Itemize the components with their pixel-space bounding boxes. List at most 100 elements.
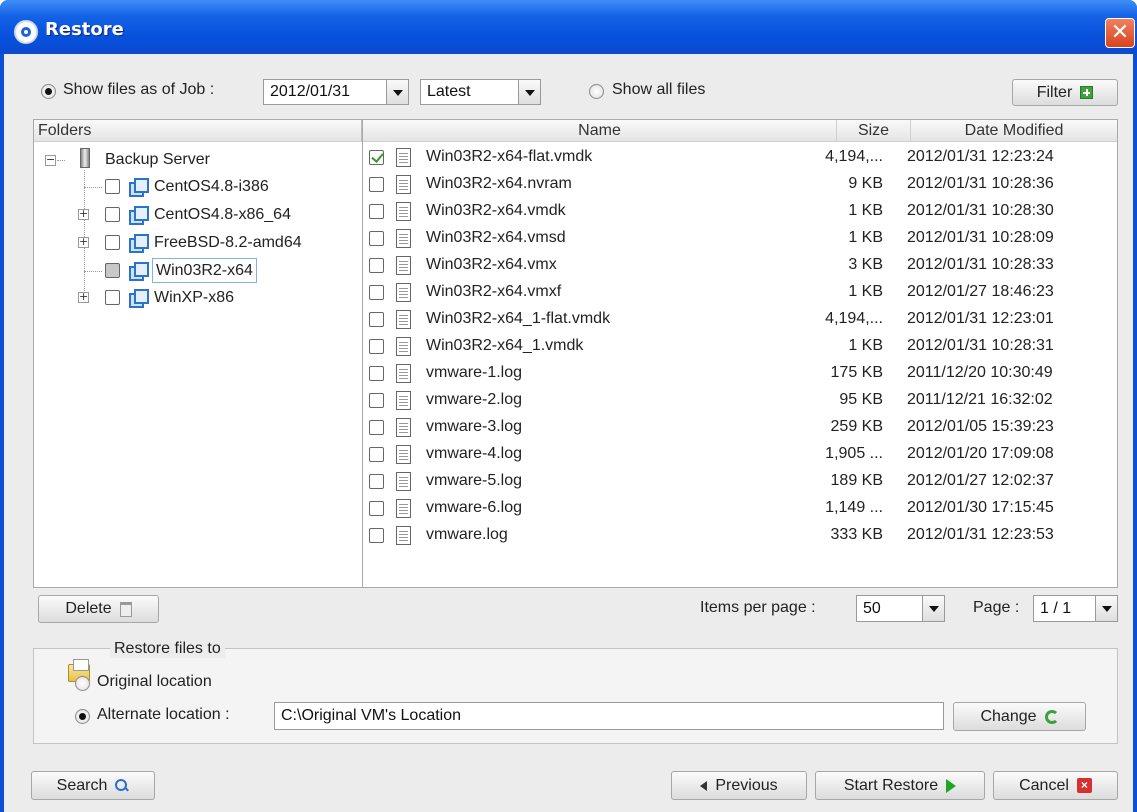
alternate-location-radio[interactable] (75, 709, 90, 724)
file-name: Win03R2-x64.vmxf (426, 283, 562, 300)
delete-button[interactable]: Delete (38, 595, 159, 623)
file-row[interactable]: Win03R2-x64.vmsd 1 KB 2012/01/31 10:28:0… (363, 225, 1117, 252)
show-all-files-radio[interactable] (589, 84, 604, 99)
file-size: 1,905 ... (825, 445, 883, 462)
file-checkbox[interactable] (369, 339, 384, 354)
file-row[interactable]: vmware-4.log 1,905 ... 2012/01/20 17:09:… (363, 441, 1117, 468)
file-date: 2011/12/20 10:30:49 (907, 364, 1053, 381)
original-location-radio[interactable] (75, 676, 90, 691)
alternate-location-input[interactable]: C:\Original VM's Location (274, 702, 944, 730)
file-name: Win03R2-x64.vmdk (426, 202, 566, 219)
cancel-button[interactable]: Cancel × (993, 771, 1118, 800)
vm-icon (129, 234, 149, 253)
folders-header: Folders (34, 120, 362, 142)
file-icon (396, 391, 411, 410)
file-row[interactable]: vmware-3.log 259 KB 2012/01/05 15:39:23 (363, 414, 1117, 441)
file-date: 2012/01/05 15:39:23 (907, 418, 1054, 435)
file-size: 4,194,... (825, 148, 883, 165)
file-row[interactable]: Win03R2-x64.vmx 3 KB 2012/01/31 10:28:33 (363, 252, 1117, 279)
tree-item-centos-x86-64[interactable]: CentOS4.8-x86_64 (154, 203, 291, 227)
file-checkbox[interactable] (369, 528, 384, 543)
vm-icon (129, 178, 149, 197)
file-size: 259 KB (830, 418, 883, 435)
change-location-button[interactable]: Change (953, 702, 1086, 731)
page-label: Page : (973, 599, 1020, 616)
filter-button[interactable]: Filter (1012, 79, 1118, 106)
folder-checkbox-freebsd[interactable] (105, 235, 120, 250)
page-value: 1 / 1 (1040, 599, 1072, 617)
file-size: 1 KB (848, 337, 883, 354)
tree-item-win03r2-x64[interactable]: Win03R2-x64 (152, 258, 257, 283)
start-restore-button[interactable]: Start Restore (815, 771, 985, 800)
file-checkbox[interactable] (369, 474, 384, 489)
file-checkbox[interactable] (369, 420, 384, 435)
previous-button[interactable]: Previous (671, 771, 807, 800)
show-all-files-label: Show all files (612, 81, 706, 98)
file-row[interactable]: vmware-6.log 1,149 ... 2012/01/30 17:15:… (363, 495, 1117, 522)
file-checkbox[interactable] (369, 285, 384, 300)
file-row[interactable]: Win03R2-x64-flat.vmdk 4,194,... 2012/01/… (363, 144, 1117, 171)
folder-checkbox-winxp[interactable] (105, 290, 120, 305)
tree-connector (57, 160, 65, 161)
file-row[interactable]: Win03R2-x64_1-flat.vmdk 4,194,... 2012/0… (363, 306, 1117, 333)
close-button[interactable]: ✕ (1105, 18, 1135, 48)
file-checkbox[interactable] (369, 393, 384, 408)
search-button[interactable]: Search (31, 771, 155, 800)
expand-toggle-freebsd[interactable]: + (78, 236, 89, 248)
tree-connector (84, 271, 102, 272)
file-date: 2012/01/30 17:15:45 (907, 499, 1054, 516)
file-checkbox[interactable] (369, 204, 384, 219)
file-row[interactable]: Win03R2-x64.vmxf 1 KB 2012/01/27 18:46:2… (363, 279, 1117, 306)
previous-label: Previous (715, 776, 778, 794)
tree-item-backup-server[interactable]: Backup Server (105, 148, 210, 172)
version-select[interactable]: Latest (420, 79, 541, 105)
folder-checkbox-win03r2-x64[interactable] (105, 263, 120, 278)
file-row[interactable]: vmware-2.log 95 KB 2011/12/21 16:32:02 (363, 387, 1117, 414)
file-size: 1,149 ... (825, 499, 883, 516)
folder-checkbox-centos-x86-64[interactable] (105, 207, 120, 222)
file-row[interactable]: Win03R2-x64_1.vmdk 1 KB 2012/01/31 10:28… (363, 333, 1117, 360)
file-size: 333 KB (830, 526, 883, 543)
file-checkbox[interactable] (369, 447, 384, 462)
file-name: vmware-2.log (426, 391, 523, 408)
file-checkbox[interactable] (369, 258, 384, 273)
items-per-page-select[interactable]: 50 (856, 595, 945, 622)
collapse-toggle-backup-server[interactable]: − (45, 154, 56, 166)
file-name: Win03R2-x64.nvram (426, 175, 572, 192)
tree-item-freebsd[interactable]: FreeBSD-8.2-amd64 (154, 231, 302, 255)
expand-toggle-winxp[interactable]: + (78, 291, 89, 303)
page-select[interactable]: 1 / 1 (1033, 595, 1118, 622)
file-checkbox[interactable] (369, 177, 384, 192)
alternate-location-label: Alternate location : (97, 706, 230, 723)
show-files-as-of-job-radio[interactable] (41, 84, 56, 99)
file-name: Win03R2-x64.vmsd (426, 229, 566, 246)
column-size[interactable]: Size (837, 120, 911, 142)
job-date-value: 2012/01/31 (270, 83, 351, 100)
file-icon (396, 202, 411, 221)
file-date: 2011/12/21 16:32:02 (907, 391, 1053, 408)
job-date-select[interactable]: 2012/01/31 (263, 79, 409, 105)
file-date: 2012/01/27 18:46:23 (907, 283, 1054, 300)
file-row[interactable]: vmware.log 333 KB 2012/01/31 12:23:53 (363, 522, 1117, 549)
expand-toggle-centos-x86-64[interactable]: + (78, 208, 89, 220)
file-row[interactable]: vmware-1.log 175 KB 2011/12/20 10:30:49 (363, 360, 1117, 387)
file-checkbox[interactable] (369, 366, 384, 381)
window-title: Restore (45, 19, 124, 40)
trash-icon (119, 601, 132, 617)
file-checkbox[interactable] (369, 231, 384, 246)
file-checkbox[interactable] (369, 312, 384, 327)
column-name[interactable]: Name (363, 120, 837, 142)
file-icon (396, 418, 411, 437)
tree-item-centos-i386[interactable]: CentOS4.8-i386 (154, 175, 269, 199)
tree-item-winxp[interactable]: WinXP-x86 (154, 286, 234, 310)
chevron-down-icon (386, 80, 408, 104)
file-checkbox[interactable] (369, 150, 384, 165)
file-row[interactable]: Win03R2-x64.vmdk 1 KB 2012/01/31 10:28:3… (363, 198, 1117, 225)
file-row[interactable]: Win03R2-x64.nvram 9 KB 2012/01/31 10:28:… (363, 171, 1117, 198)
file-checkbox[interactable] (369, 501, 384, 516)
column-date-modified[interactable]: Date Modified (911, 120, 1117, 142)
file-row[interactable]: vmware-5.log 189 KB 2012/01/27 12:02:37 (363, 468, 1117, 495)
folder-checkbox-centos-i386[interactable] (105, 179, 120, 194)
vm-icon (129, 262, 149, 281)
file-date: 2012/01/31 10:28:09 (907, 229, 1054, 246)
